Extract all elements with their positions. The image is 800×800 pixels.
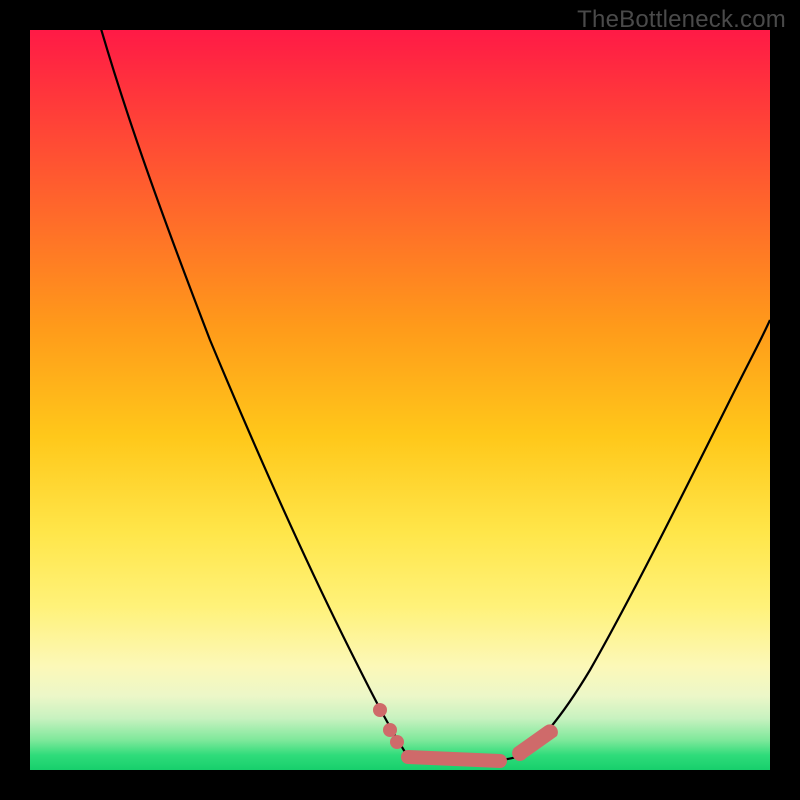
marker-dot [383, 723, 397, 737]
marker-pill-valley [401, 750, 507, 768]
plot-area [30, 30, 770, 770]
marker-dot [390, 735, 404, 749]
bottleneck-curve [30, 30, 770, 770]
watermark-text: TheBottleneck.com [577, 6, 786, 34]
marker-dot [373, 703, 387, 717]
curve-right-branch [520, 320, 770, 756]
chart-frame: TheBottleneck.com [0, 0, 800, 800]
marker-pill-right [512, 724, 558, 761]
curve-left-branch [90, 30, 405, 752]
